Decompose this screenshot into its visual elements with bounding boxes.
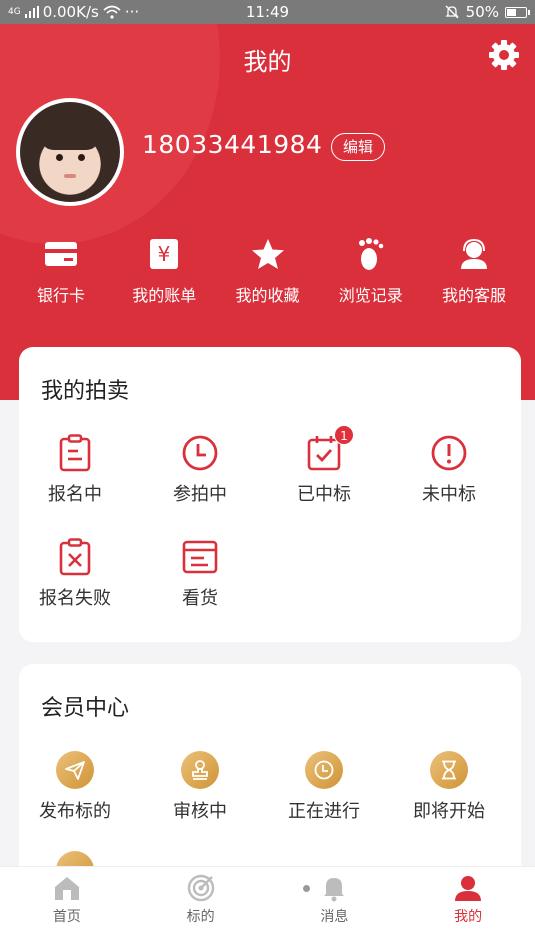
quick-link-favorites[interactable]: 我的收藏	[219, 237, 317, 306]
user-phone: 18033441984	[142, 130, 323, 159]
edit-button[interactable]: 编辑	[331, 133, 385, 161]
home-icon	[52, 873, 82, 903]
member-item-upcoming[interactable]: 即将开始	[389, 750, 509, 823]
auction-item-registering[interactable]: 报名中	[15, 433, 135, 506]
grid-item-label: 正在进行	[288, 801, 360, 822]
exclamation-icon	[429, 433, 469, 473]
target-icon	[186, 873, 216, 903]
signal-indicator: 4G	[8, 6, 21, 17]
tab-label: 标的	[186, 909, 215, 925]
stamp-icon	[181, 751, 219, 789]
battery-icon	[505, 6, 530, 18]
battery-percent: 50%	[465, 3, 499, 21]
grid-item-label: 看货	[182, 588, 218, 609]
grid-item-label: 审核中	[173, 801, 227, 822]
wifi-icon	[103, 5, 121, 19]
customer-service-icon	[457, 237, 491, 271]
svg-text:¥: ¥	[158, 242, 171, 266]
settings-gear-icon[interactable]	[487, 38, 521, 72]
auction-item-won[interactable]: 1 已中标	[264, 425, 384, 506]
quick-link-label: 我的客服	[441, 286, 506, 305]
tab-label: 首页	[52, 909, 81, 925]
clipboard-icon	[55, 433, 95, 473]
clipboard-x-icon	[55, 537, 95, 577]
quick-link-bank-card[interactable]: 银行卡	[12, 237, 110, 306]
grid-item-label: 未中标	[422, 484, 476, 505]
auction-item-inspection[interactable]: 看货	[140, 537, 260, 610]
member-item-reviewing[interactable]: 审核中	[140, 750, 260, 823]
footprint-icon	[354, 237, 388, 271]
page-title: 我的	[243, 48, 292, 76]
quick-link-customer-service[interactable]: 我的客服	[425, 237, 523, 306]
bottom-tab-bar: 首页 标的 消息 我的	[0, 866, 535, 932]
avatar-photo	[20, 102, 120, 202]
member-item-publish[interactable]: 发布标的	[15, 750, 135, 823]
quick-link-history[interactable]: 浏览记录	[322, 237, 420, 306]
grid-item-label: 报名中	[48, 484, 102, 505]
send-icon	[56, 751, 94, 789]
tab-label: 消息	[320, 909, 349, 925]
grid-item-label: 已中标	[297, 484, 351, 505]
calendar-check-icon: 1	[304, 425, 354, 473]
quick-link-label: 我的收藏	[235, 286, 300, 305]
network-speed: 0.00K/s	[42, 3, 99, 21]
card-title: 我的拍卖	[41, 379, 130, 404]
grid-item-label: 参拍中	[173, 484, 227, 505]
auction-item-bidding[interactable]: 参拍中	[140, 433, 260, 506]
status-bar: 4G 0.00K/s ··· 11:49 50%	[0, 0, 535, 24]
card-title: 会员中心	[41, 696, 130, 721]
quick-link-label: 银行卡	[36, 286, 85, 305]
more-dots: ···	[124, 3, 140, 21]
signal-bars-icon	[24, 6, 39, 18]
grid-item-label: 即将开始	[413, 801, 485, 822]
auction-item-lost[interactable]: 未中标	[389, 433, 509, 506]
quick-link-label: 我的账单	[132, 286, 197, 305]
unread-dot	[302, 885, 310, 892]
member-center-card: 会员中心 发布标的 审核中 正在进行 即将开始	[19, 664, 521, 894]
hourglass-icon	[430, 751, 468, 789]
tab-mine[interactable]: 我的	[401, 867, 535, 932]
quick-link-bill[interactable]: ¥ 我的账单	[115, 237, 213, 306]
bell-off-icon	[445, 5, 459, 19]
quick-links: 银行卡 ¥ 我的账单 我的收藏 浏览记录 我的客服	[0, 237, 535, 306]
notification-badge: 1	[334, 425, 354, 445]
member-item-in-progress[interactable]: 正在进行	[264, 750, 384, 823]
clock-icon	[305, 751, 343, 789]
tab-label: 我的	[454, 909, 483, 925]
grid-item-label: 发布标的	[39, 801, 111, 822]
bank-card-icon	[44, 237, 78, 271]
bell-icon	[319, 873, 349, 903]
tab-messages[interactable]: 消息	[268, 867, 402, 932]
star-icon	[251, 237, 285, 271]
box-icon	[180, 537, 220, 577]
auction-item-failed[interactable]: 报名失败	[15, 537, 135, 610]
avatar[interactable]	[16, 98, 124, 206]
clock-icon	[180, 433, 220, 473]
bill-icon: ¥	[147, 237, 181, 271]
quick-link-label: 浏览记录	[338, 286, 403, 305]
user-icon	[453, 873, 483, 903]
tab-targets[interactable]: 标的	[134, 867, 268, 932]
tab-home[interactable]: 首页	[0, 867, 134, 932]
my-auction-card: 我的拍卖 报名中 参拍中 1 已中标 未中标 报名失败 看货	[19, 347, 521, 642]
grid-item-label: 报名失败	[39, 588, 111, 609]
